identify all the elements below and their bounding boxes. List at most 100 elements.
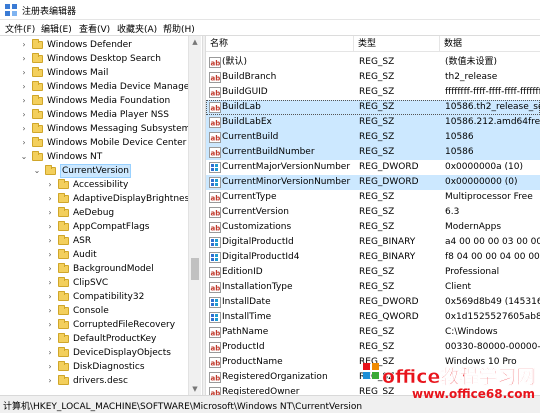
tree-item[interactable]: › Audit bbox=[0, 248, 190, 262]
value-row[interactable]: abBuildLab REG_SZ 10586.th2_release_sec.1 bbox=[206, 100, 540, 115]
expand-chevron-icon[interactable]: › bbox=[20, 108, 28, 122]
folder-icon bbox=[58, 361, 69, 371]
tree-scrollbar-thumb[interactable] bbox=[191, 258, 199, 280]
expand-chevron-icon[interactable]: › bbox=[20, 80, 28, 94]
column-header-name[interactable]: 名称 bbox=[206, 36, 354, 52]
expand-chevron-icon[interactable]: › bbox=[46, 332, 54, 346]
value-row[interactable]: ab PathName REG_SZ C:\Windows bbox=[206, 325, 540, 340]
expand-chevron-icon[interactable]: › bbox=[46, 290, 54, 304]
binary-value-icon bbox=[209, 252, 221, 263]
tree-item-label: Audit bbox=[73, 250, 97, 260]
folder-icon bbox=[58, 179, 69, 189]
value-row[interactable]: ab Customizations REG_SZ ModernApps bbox=[206, 220, 540, 235]
tree-item[interactable]: › Windows Mobile Device Center bbox=[0, 136, 190, 150]
value-row[interactable]: ab BuildGUID REG_SZ ffffffff-ffff-ffff-ffff… bbox=[206, 85, 540, 100]
expand-chevron-icon[interactable]: › bbox=[46, 360, 54, 374]
scroll-down-arrow-icon[interactable]: ▼ bbox=[189, 383, 201, 395]
tree-scrollbar[interactable]: ▲ ▼ bbox=[188, 36, 201, 395]
folder-icon bbox=[58, 263, 69, 273]
tree-item[interactable]: › Console bbox=[0, 304, 190, 318]
binary-value-icon bbox=[209, 312, 221, 323]
value-row[interactable]: DigitalProductId REG_BINARY a4 00 00 00 03… bbox=[206, 235, 540, 250]
tree-item[interactable]: › CorruptedFileRecovery bbox=[0, 318, 190, 332]
tree-item[interactable]: › Compatibility32 bbox=[0, 290, 190, 304]
string-value-icon: ab bbox=[209, 222, 221, 233]
expand-chevron-icon[interactable]: › bbox=[46, 304, 54, 318]
tree-item[interactable]: › Windows Desktop Search bbox=[0, 52, 190, 66]
tree-item[interactable]: › Accessibility bbox=[0, 178, 190, 192]
collapse-chevron-icon[interactable]: ⌄ bbox=[20, 150, 28, 164]
value-row[interactable]: CurrentMinorVersionNumber REG_DWORD 0x0000… bbox=[206, 175, 540, 190]
tree-item[interactable]: › AdaptiveDisplayBrightness bbox=[0, 192, 194, 206]
expand-chevron-icon[interactable]: › bbox=[20, 136, 28, 150]
tree-item-label: ClipSVC bbox=[73, 278, 109, 288]
tree-item[interactable]: ⌄ CurrentVersion bbox=[0, 164, 190, 178]
folder-icon bbox=[58, 347, 69, 357]
expand-chevron-icon[interactable]: › bbox=[46, 206, 54, 220]
value-row[interactable]: DigitalProductId4 REG_BINARY f8 04 00 00 0… bbox=[206, 250, 540, 265]
value-row[interactable]: abBuildLabEx REG_SZ 10586.212.amd64fre.th2 bbox=[206, 115, 540, 130]
column-header-data[interactable]: 数据 bbox=[440, 36, 540, 52]
menu-edit[interactable]: 编辑(E) bbox=[41, 22, 72, 35]
menu-help[interactable]: 帮助(H) bbox=[163, 22, 195, 35]
collapse-chevron-icon[interactable]: ⌄ bbox=[33, 164, 41, 178]
value-row[interactable]: ab CurrentVersion REG_SZ 6.3 bbox=[206, 205, 540, 220]
value-row[interactable]: ab (默认) REG_SZ (数值未设置) bbox=[206, 55, 540, 70]
tree-item[interactable]: › Windows Media Player NSS bbox=[0, 108, 190, 122]
value-row[interactable]: ab EditionID REG_SZ Professional bbox=[206, 265, 540, 280]
tree-item[interactable]: › ASR bbox=[0, 234, 190, 248]
tree-item[interactable]: › ClipSVC bbox=[0, 276, 190, 290]
value-row[interactable]: abProductId REG_SZ 00330-80000-00000-AA bbox=[206, 340, 540, 355]
folder-icon bbox=[58, 277, 69, 287]
key-tree[interactable]: › Windows Defender › Windows Desktop Search… bbox=[0, 36, 202, 395]
expand-chevron-icon[interactable]: › bbox=[46, 192, 54, 206]
menu-file[interactable]: 文件(F) bbox=[5, 22, 35, 35]
value-row[interactable]: ab RegisteredOwner REG_SZ bbox=[206, 385, 540, 395]
expand-chevron-icon[interactable]: › bbox=[46, 374, 54, 388]
tree-item[interactable]: › Windows Defender bbox=[0, 38, 190, 52]
tree-item[interactable]: › AppCompatFlags bbox=[0, 220, 190, 234]
tree-item[interactable]: › DeviceDisplayObjects bbox=[0, 346, 190, 360]
tree-item[interactable]: › DiskDiagnostics bbox=[0, 360, 190, 374]
expand-chevron-icon[interactable]: › bbox=[20, 66, 28, 80]
expand-chevron-icon[interactable]: › bbox=[46, 178, 54, 192]
tree-item[interactable]: › Windows Mail bbox=[0, 66, 190, 80]
expand-chevron-icon[interactable]: › bbox=[20, 38, 28, 52]
tree-item[interactable]: › DefaultProductKey bbox=[0, 332, 190, 346]
expand-chevron-icon[interactable]: › bbox=[46, 346, 54, 360]
value-row[interactable]: ab BuildBranch REG_SZ th2_release bbox=[206, 70, 540, 85]
value-row[interactable]: ab InstallationType REG_SZ Client bbox=[206, 280, 540, 295]
expand-chevron-icon[interactable]: › bbox=[46, 248, 54, 262]
values-list[interactable]: 名称 类型 数据 ab (默认) REG_SZ (数值未设置) ab BuildBranc… bbox=[206, 36, 540, 395]
expand-chevron-icon[interactable]: › bbox=[20, 52, 28, 66]
value-row[interactable]: ab CurrentBuildNumber REG_SZ 10586 bbox=[206, 145, 540, 160]
tree-item[interactable]: › drivers.desc bbox=[0, 374, 190, 388]
tree-item[interactable]: › AeDebug bbox=[0, 206, 190, 220]
expand-chevron-icon[interactable]: › bbox=[46, 220, 54, 234]
value-row[interactable]: ab CurrentBuild REG_SZ 10586 bbox=[206, 130, 540, 145]
value-row[interactable]: InstallDate REG_DWORD 0x569d8b49 (14531653 bbox=[206, 295, 540, 310]
value-data: 0x0000000a (10) bbox=[445, 162, 523, 172]
menu-favorites[interactable]: 收藏夹(A) bbox=[117, 22, 157, 35]
tree-item[interactable]: ⌄ Windows NT bbox=[0, 150, 190, 164]
tree-item[interactable]: › Windows Media Device Manager bbox=[0, 80, 193, 94]
folder-icon bbox=[32, 67, 43, 77]
tree-item[interactable]: › Windows Media Foundation bbox=[0, 94, 190, 108]
expand-chevron-icon[interactable]: › bbox=[46, 262, 54, 276]
value-row[interactable]: ab CurrentType REG_SZ Multiprocessor Free bbox=[206, 190, 540, 205]
expand-chevron-icon[interactable]: › bbox=[20, 94, 28, 108]
expand-chevron-icon[interactable]: › bbox=[20, 122, 28, 136]
menu-view[interactable]: 查看(V) bbox=[79, 22, 110, 35]
column-header-type[interactable]: 类型 bbox=[354, 36, 440, 52]
value-row[interactable]: CurrentMajorVersionNumber REG_DWORD 0x0000… bbox=[206, 160, 540, 175]
tree-item[interactable]: › BackgroundModel bbox=[0, 262, 190, 276]
value-row[interactable]: ab ProductName REG_SZ Windows 10 Pro bbox=[206, 355, 540, 370]
value-row[interactable]: InstallTime REG_QWORD 0x1d1525527605ab8 (1 bbox=[206, 310, 540, 325]
scroll-up-arrow-icon[interactable]: ▲ bbox=[189, 36, 201, 48]
value-row[interactable]: ab RegisteredOrganization REG_SZ bbox=[206, 370, 540, 385]
value-type: REG_SZ bbox=[359, 132, 395, 142]
expand-chevron-icon[interactable]: › bbox=[46, 318, 54, 332]
expand-chevron-icon[interactable]: › bbox=[46, 276, 54, 290]
tree-item[interactable]: › Windows Messaging Subsystem bbox=[0, 122, 190, 136]
expand-chevron-icon[interactable]: › bbox=[46, 234, 54, 248]
